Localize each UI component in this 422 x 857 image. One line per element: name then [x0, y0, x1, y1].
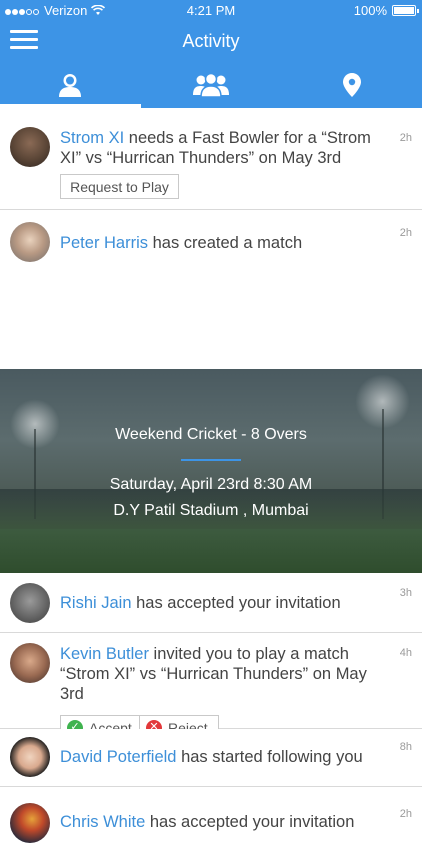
list-item: David Poterfield has started following y… — [0, 729, 422, 787]
status-bar: Verizon 4:21 PM 100% — [0, 0, 422, 20]
feed-text: Strom XI needs a Fast Bowler for a “Stro… — [60, 129, 371, 167]
app-header: Verizon 4:21 PM 100% Activity — [0, 0, 422, 108]
timestamp: 4h — [399, 647, 412, 659]
user-name-link[interactable]: Peter Harris — [60, 234, 148, 252]
activity-feed: Strom XI needs a Fast Bowler for a “Stro… — [0, 108, 422, 857]
tab-teams[interactable] — [141, 62, 282, 108]
feed-text: Peter Harris has created a match — [60, 234, 303, 252]
avatar[interactable] — [10, 222, 50, 262]
page-title: Activity — [182, 31, 240, 51]
list-item: Kevin Butler invited you to play a match… — [0, 633, 422, 740]
battery-percent: 100% — [353, 3, 387, 18]
user-name-link[interactable]: Strom XI — [60, 129, 124, 147]
divider — [181, 459, 241, 461]
avatar[interactable] — [10, 583, 50, 623]
request-to-play-button[interactable]: Request to Play — [60, 174, 179, 199]
timestamp: 2h — [399, 227, 412, 239]
list-item: Rishi Jain has accepted your invitation … — [0, 573, 422, 633]
avatar[interactable] — [10, 803, 50, 843]
list-item: Chris White has accepted your invitation… — [0, 787, 422, 857]
match-venue: D.Y Patil Stadium , Mumbai — [113, 502, 309, 519]
person-icon — [59, 74, 82, 97]
feed-text: David Poterfield has started following y… — [60, 748, 363, 766]
avatar[interactable] — [10, 643, 50, 683]
user-name-link[interactable]: David Poterfield — [60, 748, 176, 766]
tab-bar — [0, 62, 422, 108]
user-name-link[interactable]: Chris White — [60, 813, 145, 831]
match-card[interactable]: Weekend Cricket - 8 Overs Saturday, Apri… — [0, 369, 422, 573]
match-date: Saturday, April 23rd 8:30 AM — [109, 476, 313, 493]
feed-text: Rishi Jain has accepted your invitation — [60, 594, 341, 612]
list-item: Peter Harris has created a match 2h Week… — [0, 210, 422, 573]
tab-location[interactable] — [281, 62, 422, 108]
match-title: Weekend Cricket - 8 Overs — [115, 426, 307, 443]
tab-profile[interactable] — [0, 62, 141, 108]
feed-text: Kevin Butler invited you to play a match… — [60, 645, 367, 703]
avatar[interactable] — [10, 737, 50, 777]
list-item: Strom XI needs a Fast Bowler for a “Stro… — [0, 108, 422, 210]
timestamp: 3h — [399, 587, 412, 599]
avatar[interactable] — [10, 127, 50, 167]
user-name-link[interactable]: Rishi Jain — [60, 594, 132, 612]
group-icon — [193, 73, 229, 97]
location-pin-icon — [342, 73, 361, 97]
timestamp: 8h — [399, 741, 412, 753]
feed-text: Chris White has accepted your invitation — [60, 813, 355, 831]
user-name-link[interactable]: Kevin Butler — [60, 645, 149, 663]
timestamp: 2h — [399, 132, 412, 144]
timestamp: 2h — [399, 808, 412, 820]
battery-icon — [392, 5, 419, 16]
